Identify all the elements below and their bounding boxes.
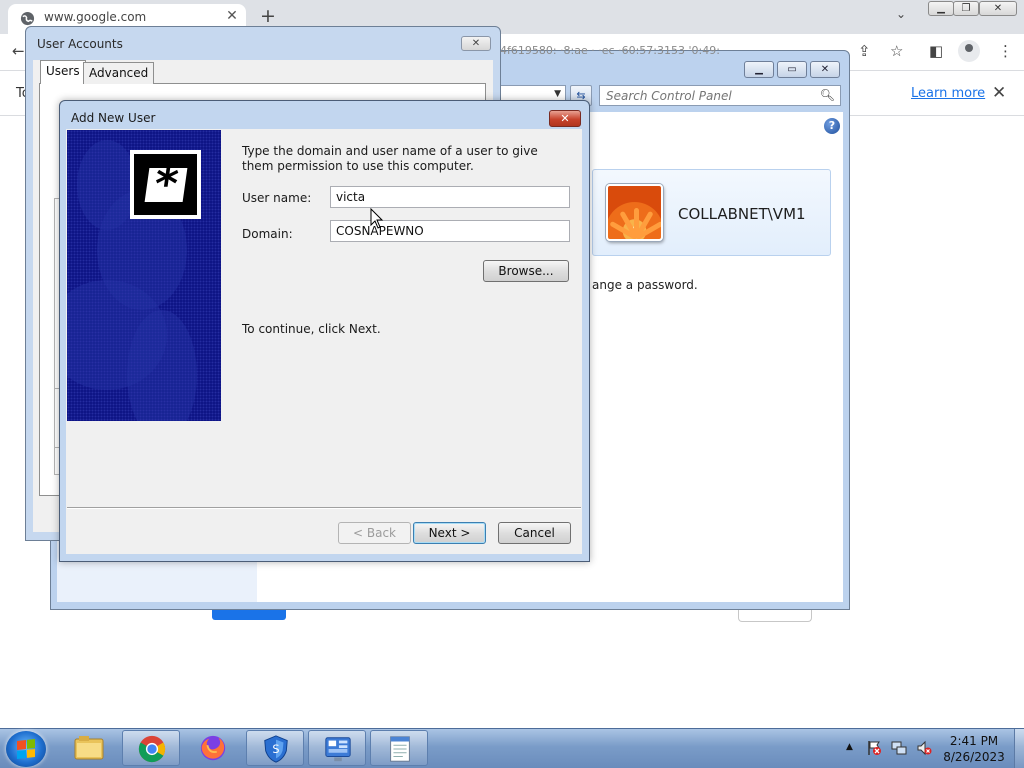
user-accounts-title: User Accounts bbox=[37, 37, 123, 51]
search-icon[interactable]: 🔍︎ bbox=[820, 88, 835, 102]
side-panel-icon[interactable]: ◧ bbox=[929, 42, 943, 60]
firefox-icon bbox=[200, 735, 226, 761]
clock-time: 2:41 PM bbox=[949, 734, 999, 748]
wizard-emblem-icon bbox=[130, 150, 201, 219]
domain-label: Domain: bbox=[242, 227, 293, 241]
user-name-label: User name: bbox=[242, 191, 312, 205]
folder-icon bbox=[74, 736, 104, 760]
new-tab-button[interactable]: + bbox=[260, 6, 276, 26]
browser-menu-icon[interactable]: ⋮ bbox=[998, 42, 1013, 60]
taskbar-control-panel[interactable] bbox=[308, 730, 366, 766]
tab-advanced[interactable]: Advanced bbox=[83, 62, 155, 84]
shield-icon: S bbox=[264, 735, 288, 763]
control-panel-icon bbox=[325, 737, 351, 762]
address-dropdown-icon[interactable]: ▼ bbox=[554, 89, 561, 99]
control-panel-title: 4f619580: ·8:ae · ·ec ·60:57:3153 '0:49: bbox=[500, 44, 720, 57]
clock-date: 8/26/2023 bbox=[943, 750, 1005, 764]
taskbar-notepad[interactable] bbox=[370, 730, 428, 766]
next-button[interactable]: Next > bbox=[413, 522, 486, 544]
browser-minimize-button[interactable]: ▁ bbox=[928, 1, 954, 16]
browser-close-button[interactable]: ✕ bbox=[979, 1, 1017, 16]
user-accounts-close-button[interactable]: ✕ bbox=[461, 36, 491, 51]
tab-title: www.google.com bbox=[44, 10, 147, 24]
user-name-input[interactable] bbox=[330, 186, 570, 208]
bookmark-star-icon[interactable]: ☆ bbox=[890, 42, 903, 60]
dialog-separator bbox=[67, 507, 581, 509]
add-new-user-title: Add New User bbox=[71, 111, 156, 125]
learn-more-link[interactable]: Learn more bbox=[911, 86, 985, 101]
add-new-user-close-button[interactable]: ✕ bbox=[549, 110, 581, 127]
profile-avatar-icon[interactable] bbox=[958, 40, 980, 62]
volume-muted-icon[interactable] bbox=[916, 740, 932, 756]
wizard-banner-image bbox=[67, 130, 221, 421]
mouse-cursor-icon bbox=[370, 208, 384, 229]
network-icon[interactable] bbox=[891, 740, 907, 756]
domain-input[interactable] bbox=[330, 220, 570, 242]
cp-minimize-button[interactable]: ▁ bbox=[744, 61, 774, 78]
browser-restore-button[interactable]: ❐ bbox=[953, 1, 979, 16]
cp-search-box[interactable]: 🔍︎ bbox=[599, 85, 841, 106]
infobar-close-icon[interactable]: ✕ bbox=[992, 83, 1006, 103]
cancel-button[interactable]: Cancel bbox=[498, 522, 571, 544]
start-button[interactable] bbox=[6, 731, 46, 767]
help-icon[interactable]: ? bbox=[824, 118, 840, 134]
chrome-icon bbox=[138, 735, 166, 763]
browse-button[interactable]: Browse... bbox=[483, 260, 569, 282]
instruction-text: Type the domain and user name of a user … bbox=[242, 144, 538, 173]
windows-logo-icon bbox=[17, 739, 35, 759]
continue-text: To continue, click Next. bbox=[242, 322, 381, 336]
taskbar-security[interactable]: S bbox=[246, 730, 304, 766]
tab-close-icon[interactable]: ✕ bbox=[224, 8, 240, 24]
user-account-name: COLLABNET\VM1 bbox=[678, 205, 806, 223]
tray-expand-icon[interactable]: ▲ bbox=[846, 742, 853, 752]
globe-icon bbox=[20, 11, 35, 26]
cp-maximize-button[interactable]: ▭ bbox=[777, 61, 807, 78]
change-password-text[interactable]: ange a password. bbox=[592, 278, 698, 292]
search-control-panel-input[interactable] bbox=[606, 88, 816, 103]
taskbar-chrome[interactable] bbox=[122, 730, 180, 766]
back-button[interactable]: < Back bbox=[338, 522, 411, 544]
action-center-flag-icon[interactable] bbox=[866, 740, 882, 756]
notepad-icon bbox=[390, 736, 410, 762]
user-picture[interactable] bbox=[606, 184, 663, 241]
tab-search-chevron-icon[interactable]: ⌄ bbox=[896, 7, 906, 21]
taskbar-explorer[interactable] bbox=[60, 730, 118, 766]
svg-text:S: S bbox=[272, 743, 279, 756]
back-arrow-icon[interactable]: ← bbox=[12, 42, 25, 60]
show-desktop-button[interactable] bbox=[1014, 729, 1024, 768]
cp-close-button[interactable]: ✕ bbox=[810, 61, 840, 78]
share-icon[interactable]: ⇪ bbox=[858, 42, 871, 60]
system-clock[interactable]: 2:41 PM 8/26/2023 bbox=[940, 733, 1008, 765]
taskbar-firefox[interactable] bbox=[184, 730, 242, 766]
tab-users[interactable]: Users bbox=[40, 60, 86, 84]
